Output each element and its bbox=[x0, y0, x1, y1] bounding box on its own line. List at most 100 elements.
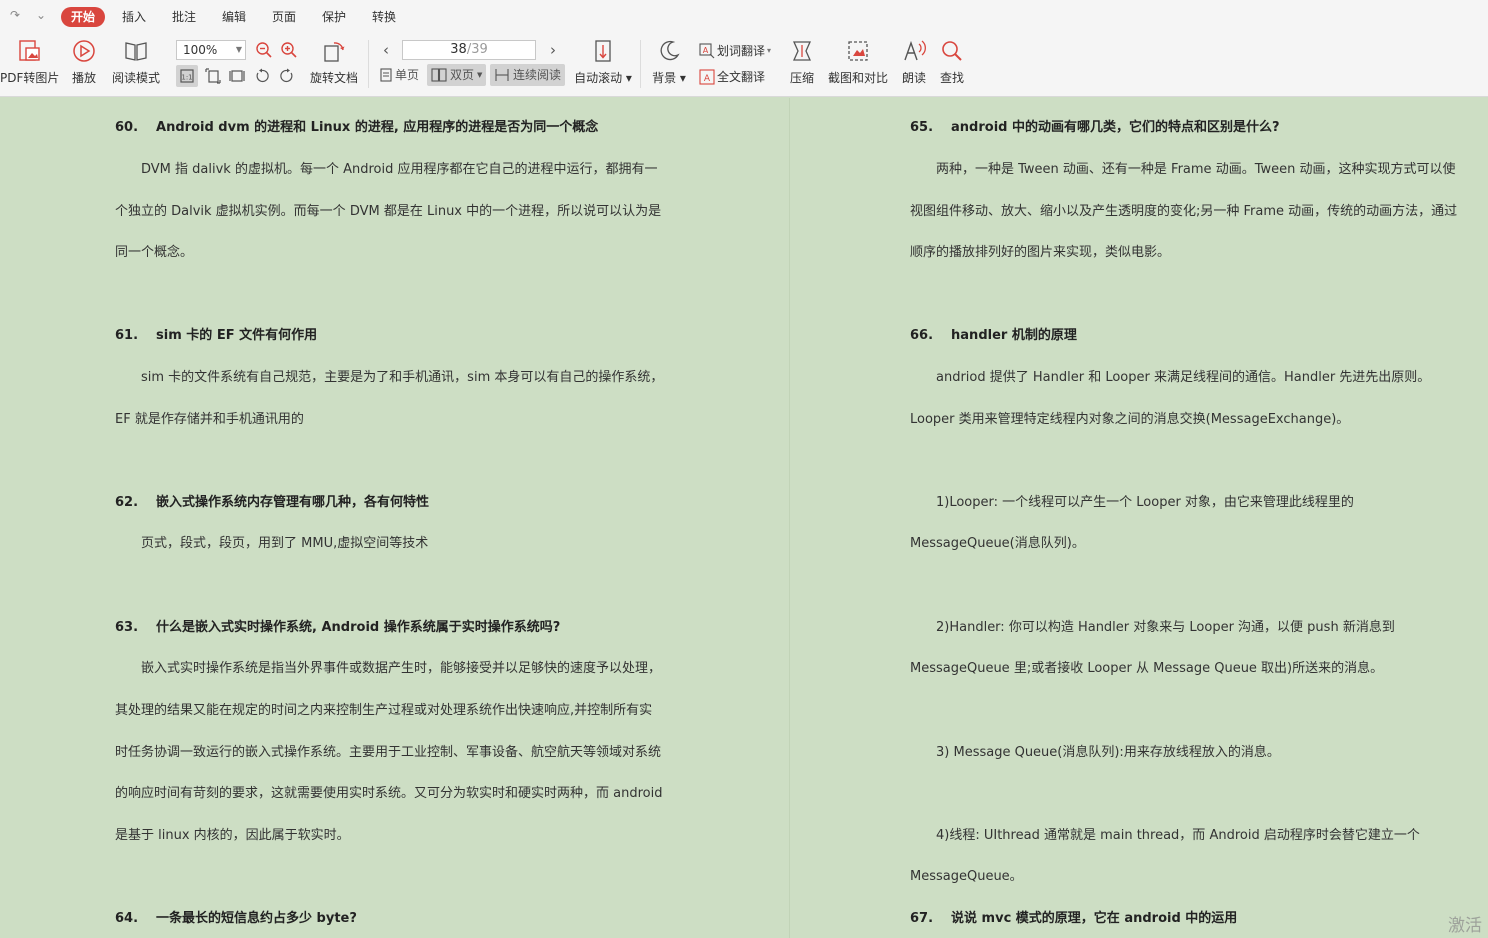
full-translate-icon: A bbox=[699, 68, 715, 85]
tab-page[interactable]: 页面 bbox=[262, 7, 306, 27]
question-text: 一条最长的短信息约占多少 byte? bbox=[156, 911, 357, 926]
question-text: 说说 mvc 模式的原理，它在 android 中的运用 bbox=[951, 911, 1238, 926]
actual-size-icon: 1:1 bbox=[180, 69, 194, 83]
pdf-to-image-button[interactable]: PDF转图片 bbox=[0, 38, 59, 86]
actual-size-button[interactable]: 1:1 bbox=[176, 65, 198, 87]
question-number: 60. bbox=[115, 120, 139, 135]
right-page: 65. android 中的动画有哪几类，它们的特点和区别是什么? 两种，一种是 T… bbox=[790, 98, 1488, 938]
screenshot-compare-button[interactable]: 截图和对比 bbox=[826, 38, 890, 86]
find-button[interactable]: 查找 bbox=[936, 38, 968, 86]
single-page-label: 单页 bbox=[395, 68, 420, 82]
activation-watermark: 激活 bbox=[1448, 916, 1482, 936]
answer-line: 时任务协调一致运行的嵌入式操作系统。主要用于工业控制、军事设备、航空航天等领域对… bbox=[115, 745, 662, 760]
question-heading: 61. sim 卡的 EF 文件有何作用 bbox=[115, 324, 317, 343]
rotate-left-button[interactable] bbox=[251, 65, 273, 87]
full-translate-button[interactable]: A 全文翻译 bbox=[699, 68, 765, 85]
answer-line: MessageQueue 里;或者接收 Looper 从 Message Que… bbox=[910, 661, 1384, 676]
quick-access-dropdown-icon[interactable]: ⌄ bbox=[36, 8, 46, 22]
background-label: 背景 ▾ bbox=[652, 71, 686, 85]
chevron-left-icon: ‹ bbox=[383, 41, 389, 59]
answer-line: 1)Looper: 一个线程可以产生一个 Looper 对象，由它来管理此线程里… bbox=[936, 495, 1354, 510]
answer-line: andriod 提供了 Handler 和 Looper 来满足线程间的通信。H… bbox=[936, 370, 1431, 385]
zoom-out-button[interactable] bbox=[253, 39, 275, 61]
compress-label: 压缩 bbox=[789, 71, 814, 85]
answer-line: 页式，段式，段页，用到了 MMU,虚拟空间等技术 bbox=[141, 536, 429, 551]
answer-line: EF 就是作存储并和手机通讯用的 bbox=[115, 412, 304, 427]
read-mode-button[interactable]: 阅读模式 bbox=[110, 38, 162, 86]
svg-text:A: A bbox=[703, 46, 709, 55]
question-number: 62. bbox=[115, 495, 139, 510]
page-number-input[interactable]: 38/39 bbox=[402, 40, 536, 60]
fit-page-button[interactable] bbox=[202, 65, 224, 87]
double-page-icon bbox=[431, 68, 447, 82]
word-translate-button[interactable]: A 划词翻译 ▾ bbox=[699, 42, 771, 59]
toolbar: PDF转图片 播放 阅读模式 100% ▼ 1:1 旋转文档 ‹ 38/39 ›… bbox=[0, 34, 1488, 97]
chevron-down-icon: ▾ bbox=[767, 46, 772, 55]
double-page-label: 双页 bbox=[450, 68, 475, 82]
chevron-down-icon: ▼ bbox=[477, 71, 483, 79]
single-page-button[interactable]: 单页 bbox=[376, 64, 423, 86]
rotate-doc-button[interactable]: 旋转文档 bbox=[306, 38, 362, 86]
question-heading: 63. 什么是嵌入式实时操作系统, Android 操作系统属于实时操作系统吗? bbox=[115, 616, 560, 635]
read-mode-label: 阅读模式 bbox=[111, 71, 160, 85]
question-number: 64. bbox=[115, 911, 139, 926]
answer-line: 其处理的结果又能在规定的时间之内来控制生产过程或对处理系统作出快速响应,并控制所… bbox=[115, 703, 653, 718]
answer-line: Looper 类用来管理特定线程内对象之间的消息交换(MessageExchan… bbox=[910, 412, 1350, 427]
answer-line: MessageQueue(消息队列)。 bbox=[910, 536, 1085, 551]
auto-scroll-icon bbox=[595, 40, 611, 62]
tab-protect[interactable]: 保护 bbox=[312, 7, 356, 27]
screenshot-icon bbox=[848, 41, 868, 61]
zoom-in-button[interactable] bbox=[278, 39, 300, 61]
question-text: handler 机制的原理 bbox=[951, 328, 1077, 343]
rotate-document-icon bbox=[324, 42, 345, 62]
question-text: 嵌入式操作系统内存管理有哪几种，各有何特性 bbox=[156, 495, 430, 510]
question-number: 67. bbox=[910, 911, 934, 926]
prev-page-button[interactable]: ‹ bbox=[375, 39, 397, 61]
question-text: sim 卡的 EF 文件有何作用 bbox=[156, 328, 318, 343]
answer-line: 同一个概念。 bbox=[115, 245, 194, 260]
fit-width-button[interactable] bbox=[226, 65, 248, 87]
play-button[interactable]: 播放 bbox=[68, 38, 100, 86]
compress-button[interactable]: 压缩 bbox=[786, 38, 818, 86]
full-translate-label: 全文翻译 bbox=[717, 70, 766, 84]
page-total: /39 bbox=[466, 42, 488, 57]
answer-line: 嵌入式实时操作系统是指当外界事件或数据产生时，能够接受并以足够快的速度予以处理， bbox=[141, 661, 662, 676]
continuous-read-label: 连续阅读 bbox=[513, 68, 562, 82]
compress-icon bbox=[792, 41, 812, 61]
rotate-left-icon bbox=[256, 68, 269, 83]
question-text: Android dvm 的进程和 Linux 的进程, 应用程序的进程是否为同一… bbox=[156, 120, 599, 135]
redo-icon[interactable]: ↷ bbox=[10, 8, 20, 22]
auto-scroll-button[interactable]: 自动滚动 ▾ bbox=[573, 38, 633, 86]
continuous-read-button[interactable]: 连续阅读 bbox=[490, 64, 566, 86]
book-icon bbox=[125, 42, 147, 61]
continuous-read-icon bbox=[495, 69, 509, 81]
next-page-button[interactable]: › bbox=[542, 39, 564, 61]
rotate-right-button[interactable] bbox=[276, 65, 298, 87]
zoom-select[interactable]: 100% ▼ bbox=[176, 40, 246, 60]
answer-line: 是基于 linux 内核的，因此属于软实时。 bbox=[115, 828, 350, 843]
double-page-button[interactable]: 双页 ▼ bbox=[427, 64, 487, 86]
toolbar-separator bbox=[368, 40, 369, 88]
read-aloud-icon bbox=[904, 40, 926, 61]
answer-line: sim 卡的文件系统有自己规范，主要是为了和手机通讯，sim 本身可以有自己的操… bbox=[141, 370, 664, 385]
read-aloud-label: 朗读 bbox=[901, 71, 926, 85]
page-current: 38 bbox=[450, 42, 467, 57]
tab-start[interactable]: 开始 bbox=[61, 7, 106, 27]
search-icon bbox=[942, 41, 962, 61]
answer-line: 3) Message Queue(消息队列):用来存放线程放入的消息。 bbox=[936, 745, 1280, 760]
question-heading: 65. android 中的动画有哪几类，它们的特点和区别是什么? bbox=[910, 116, 1280, 135]
answer-line: 的响应时间有苛刻的要求，这就需要使用实时系统。又可分为软实时和硬实时两种，而 a… bbox=[115, 786, 663, 801]
question-number: 66. bbox=[910, 328, 934, 343]
question-number: 65. bbox=[910, 120, 934, 135]
answer-line: 顺序的播放排列好的图片来实现，类似电影。 bbox=[910, 245, 1171, 260]
tab-insert[interactable]: 插入 bbox=[112, 7, 156, 27]
tab-convert[interactable]: 转换 bbox=[362, 7, 406, 27]
answer-line: 个独立的 Dalvik 虚拟机实例。而每一个 DVM 都是在 Linux 中的一… bbox=[115, 204, 662, 219]
background-button[interactable]: 背景 ▾ bbox=[650, 38, 688, 86]
read-aloud-button[interactable]: 朗读 bbox=[898, 38, 930, 86]
single-page-icon bbox=[380, 68, 392, 82]
tab-annotate[interactable]: 批注 bbox=[162, 7, 206, 27]
document-view[interactable]: 60. Android dvm 的进程和 Linux 的进程, 应用程序的进程是否… bbox=[0, 98, 1488, 938]
play-icon bbox=[73, 40, 95, 62]
tab-edit[interactable]: 编辑 bbox=[212, 7, 256, 27]
